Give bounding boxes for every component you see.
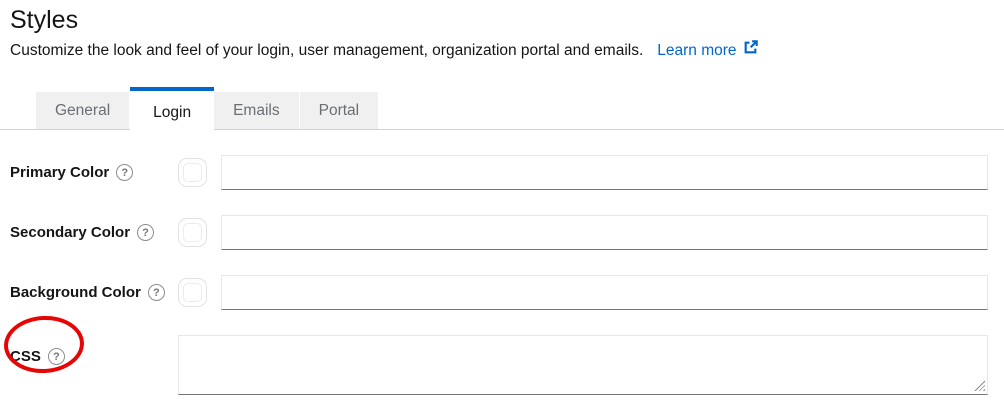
secondary-color-swatch[interactable] xyxy=(178,218,207,247)
background-color-input[interactable] xyxy=(221,275,988,310)
learn-more-link[interactable]: Learn more xyxy=(657,40,757,60)
css-label-group: CSS ? xyxy=(10,348,178,365)
secondary-color-label-group: Secondary Color ? xyxy=(10,224,178,241)
css-label: CSS xyxy=(10,348,41,365)
tab-emails-label: Emails xyxy=(233,102,280,120)
css-textarea[interactable] xyxy=(178,335,988,395)
learn-more-label: Learn more xyxy=(657,41,736,60)
primary-color-label: Primary Color xyxy=(10,164,109,181)
primary-color-row: Primary Color ? xyxy=(10,155,988,190)
tab-portal-label: Portal xyxy=(319,102,360,120)
tab-login-label: Login xyxy=(153,104,191,122)
primary-color-input[interactable] xyxy=(221,155,988,190)
tab-general-label: General xyxy=(55,102,110,120)
secondary-color-row: Secondary Color ? xyxy=(10,215,988,250)
css-textarea-wrapper xyxy=(178,335,988,395)
help-icon[interactable]: ? xyxy=(48,348,65,365)
tab-login[interactable]: Login xyxy=(130,87,214,134)
secondary-color-label: Secondary Color xyxy=(10,224,130,241)
external-link-icon xyxy=(743,40,758,60)
primary-color-label-group: Primary Color ? xyxy=(10,164,178,181)
tab-bar: General Login Emails Portal xyxy=(0,88,1004,130)
tab-portal[interactable]: Portal xyxy=(300,92,380,129)
secondary-color-input[interactable] xyxy=(221,215,988,250)
page-description: Customize the look and feel of your logi… xyxy=(10,41,643,60)
tab-emails[interactable]: Emails xyxy=(214,92,300,129)
background-color-label-group: Background Color ? xyxy=(10,284,178,301)
page-title: Styles xyxy=(10,5,994,35)
css-row: CSS ? xyxy=(10,335,988,395)
background-color-label: Background Color xyxy=(10,284,141,301)
page-description-row: Customize the look and feel of your logi… xyxy=(10,40,994,60)
background-color-swatch[interactable] xyxy=(178,278,207,307)
page-header: Styles Customize the look and feel of yo… xyxy=(0,0,1004,60)
secondary-color-swatch-fill xyxy=(183,223,202,242)
primary-color-swatch-fill xyxy=(183,163,202,182)
help-icon[interactable]: ? xyxy=(137,224,154,241)
help-icon[interactable]: ? xyxy=(116,164,133,181)
background-color-swatch-fill xyxy=(183,283,202,302)
styles-form: Primary Color ? Secondary Color ? Backgr… xyxy=(0,155,1004,395)
background-color-row: Background Color ? xyxy=(10,275,988,310)
primary-color-swatch[interactable] xyxy=(178,158,207,187)
help-icon[interactable]: ? xyxy=(148,284,165,301)
tab-general[interactable]: General xyxy=(36,92,130,129)
